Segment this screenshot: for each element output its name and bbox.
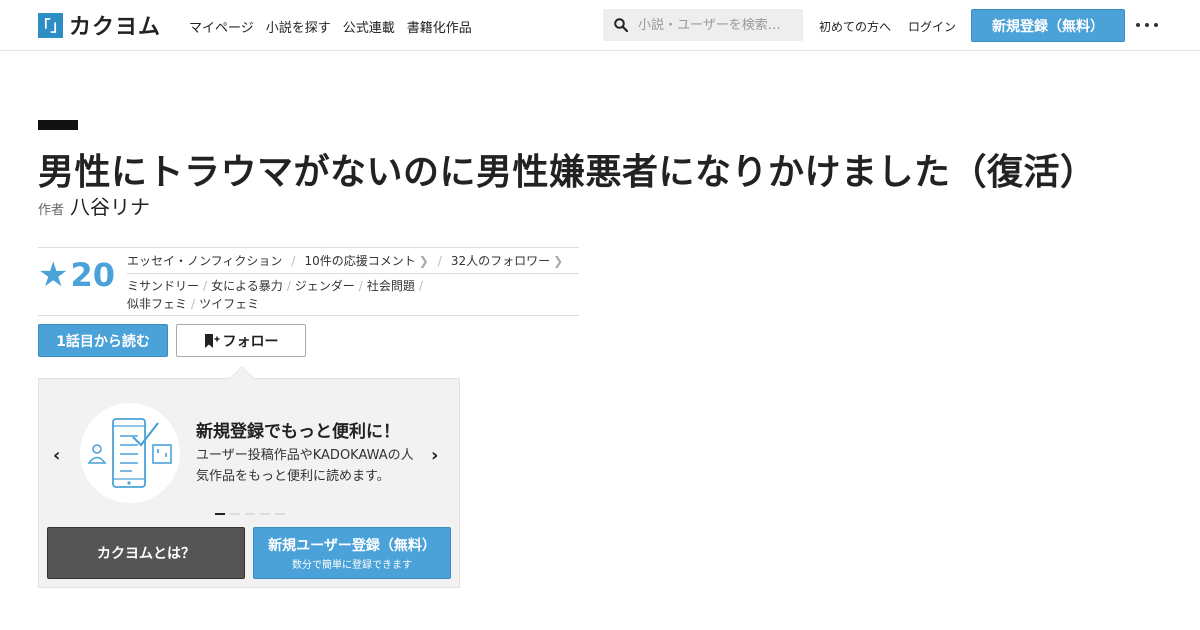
signup-promo-panel: ‹ 新規登録でもっと便利に！ ユーザー投稿作品やKADOKAWAの人気作品をもっ… — [38, 366, 460, 588]
comments-link[interactable]: 10件の応援コメント — [304, 252, 415, 269]
rating[interactable]: ★ 20 — [38, 256, 115, 294]
chevron-right-icon[interactable]: › — [431, 445, 438, 466]
follow-label: フォロー — [222, 333, 279, 350]
nav-item-mypage[interactable]: マイページ — [189, 17, 254, 36]
more-icon[interactable] — [1136, 18, 1158, 32]
separator: / — [437, 253, 442, 268]
separator: / — [203, 279, 208, 293]
read-first-episode-button[interactable]: 1話目から読む — [38, 324, 168, 357]
separator: / — [358, 279, 363, 293]
separator: / — [191, 297, 196, 311]
about-kakuyomu-button[interactable]: カクヨムとは？ — [47, 527, 245, 579]
first-time-link[interactable]: 初めての方へ — [819, 18, 891, 35]
carousel-dot[interactable] — [230, 513, 240, 515]
register-sublabel: 数分で簡単に登録できます — [292, 560, 412, 571]
main-nav: マイページ 小説を探す 公式連載 書籍化作品 — [189, 17, 472, 36]
carousel-dot[interactable] — [275, 513, 285, 515]
promo-description: ユーザー投稿作品やKADOKAWAの人気作品をもっと便利に読めます。 — [196, 448, 414, 484]
search-input[interactable] — [638, 17, 793, 33]
nav-item-published-works[interactable]: 書籍化作品 — [407, 17, 472, 36]
site-header: 「」 カクヨム マイページ 小説を探す 公式連載 書籍化作品 初めての方へ ログ… — [0, 0, 1200, 51]
logo-text: カクヨム — [69, 15, 162, 40]
separator: / — [418, 279, 423, 293]
login-link[interactable]: ログイン — [908, 18, 956, 35]
register-label: 新規ユーザー登録（無料） — [268, 538, 436, 554]
divider — [127, 273, 579, 274]
tag-link[interactable]: ツイフェミ — [199, 297, 259, 311]
followers-link[interactable]: 32人のフォロワー — [451, 252, 550, 269]
tag-link[interactable]: 似非フェミ — [127, 297, 187, 311]
work-title[interactable]: 男性にトラウマがないのに男性嫌悪者になりかけました（復活） — [38, 143, 1097, 195]
genre-link[interactable]: エッセイ・ノンフィクション — [127, 252, 282, 269]
tag-link[interactable]: ミサンドリー — [127, 279, 199, 293]
tag-link[interactable]: 社会問題 — [367, 279, 415, 293]
separator: / — [286, 279, 291, 293]
search-icon — [614, 18, 628, 32]
author-label: 作者 — [38, 203, 65, 218]
smartphone-illustration-icon — [80, 403, 180, 503]
site-logo[interactable]: 「」 カクヨム — [36, 12, 162, 40]
signup-button[interactable]: 新規登録（無料） — [971, 9, 1125, 42]
author-line: 作者 八谷リナ — [38, 191, 150, 220]
tag-list: ミサンドリー / 女による暴力 / ジェンダー / 社会問題 / 似非フェミ / ツイフェミ — [127, 277, 467, 313]
carousel-dot[interactable] — [245, 513, 255, 515]
separator: / — [291, 253, 296, 268]
logo-mark: 「」 — [36, 12, 66, 38]
chevron-left-icon[interactable]: ‹ — [53, 445, 60, 466]
nav-item-find-novels[interactable]: 小説を探す — [266, 17, 331, 36]
tag-link[interactable]: 女による暴力 — [211, 279, 283, 293]
carousel-dot[interactable] — [260, 513, 270, 515]
panel-pointer — [229, 366, 255, 379]
follow-button[interactable]: フォロー — [176, 324, 306, 357]
work-meta: エッセイ・ノンフィクション / 10件の応援コメント ❯ / 32人のフォロワー… — [127, 252, 563, 269]
tag-link[interactable]: ジェンダー — [295, 279, 355, 293]
chevron-right-icon: ❯ — [553, 253, 564, 268]
carousel-dots — [215, 513, 285, 515]
search-box[interactable] — [603, 9, 803, 41]
nav-item-official-series[interactable]: 公式連載 — [343, 17, 395, 36]
rating-count: 20 — [70, 256, 116, 294]
title-accent-bar — [38, 120, 78, 130]
promo-title: 新規登録でもっと便利に！ — [196, 422, 400, 442]
bookmark-plus-icon — [204, 333, 219, 348]
register-user-button[interactable]: 新規ユーザー登録（無料） 数分で簡単に登録できます — [253, 527, 451, 579]
star-icon: ★ — [38, 255, 69, 295]
work-info: ★ 20 エッセイ・ノンフィクション / 10件の応援コメント ❯ / 32人の… — [38, 247, 579, 316]
chevron-right-icon: ❯ — [418, 253, 429, 268]
carousel-dot[interactable] — [215, 513, 225, 515]
author-name[interactable]: 八谷リナ — [70, 191, 150, 220]
